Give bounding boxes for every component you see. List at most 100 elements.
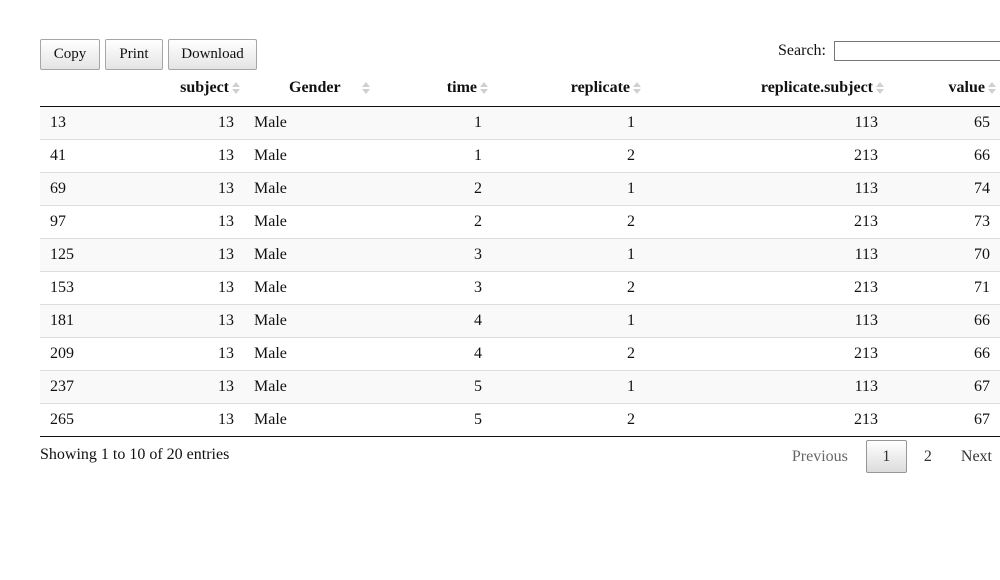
sort-icon (362, 81, 370, 95)
column-header-label: replicate.subject (760, 78, 873, 96)
cell-gender: Male (244, 402, 384, 437)
search-label: Search: (778, 42, 826, 59)
cell-subject: 13 (136, 336, 244, 370)
column-header-label: value (948, 78, 985, 96)
table-row: 97 13 Male 2 2 213 73 (40, 204, 1000, 238)
search-input[interactable] (834, 41, 1000, 61)
cell-replicate: 1 (492, 237, 645, 271)
cell-replicate-subject: 113 (645, 237, 888, 271)
cell-value: 67 (888, 402, 1000, 437)
table-info: Showing 1 to 10 of 20 entries (40, 446, 230, 463)
datatable-wrapper: Copy Print Download Search: subject Gend… (40, 0, 1000, 580)
cell-replicate: 2 (492, 402, 645, 437)
cell-replicate-subject: 213 (645, 270, 888, 304)
cell-value: 65 (974, 113, 990, 131)
cell-replicate-subject: 113 (645, 171, 888, 205)
page-2-button[interactable]: 2 (907, 440, 949, 473)
cell-value: 73 (888, 204, 1000, 238)
cell-gender: Male (244, 270, 384, 304)
table-row: 209 13 Male 4 2 213 66 (40, 336, 1000, 370)
cell-replicate-subject: 213 (645, 336, 888, 370)
sort-icon (876, 81, 884, 95)
cell-subject: 13 (136, 402, 244, 437)
cell-subject: 13 (136, 303, 244, 337)
cell-value: 66 (888, 303, 1000, 337)
column-header-subject[interactable]: subject (136, 70, 244, 107)
cell-time: 5 (384, 402, 492, 437)
cell-replicate: 2 (492, 270, 645, 304)
cell-rowname: 125 (40, 237, 136, 271)
cell-gender: Male (244, 171, 384, 205)
copy-button[interactable]: Copy (40, 39, 100, 70)
sort-icon (232, 81, 240, 95)
column-header-label: subject (180, 78, 229, 96)
column-header-replicate[interactable]: replicate (492, 70, 645, 107)
table-row: 265 13 Male 5 2 213 67 (40, 402, 1000, 437)
cell-gender: Male (254, 113, 287, 131)
cell-value: 67 (888, 369, 1000, 403)
page-1-button[interactable]: 1 (865, 440, 907, 473)
table-row: 41 13 Male 1 2 213 66 (40, 138, 1000, 172)
column-header-gender[interactable]: Gender (244, 70, 384, 107)
table-row: 125 13 Male 3 1 113 70 (40, 237, 1000, 271)
cell-gender: Male (244, 303, 384, 337)
cell-replicate: 2 (492, 204, 645, 238)
cell-gender: Male (244, 138, 384, 172)
cell-replicate-subject: 113 (645, 369, 888, 403)
cell-subject: 13 (136, 138, 244, 172)
search-box: Search: (778, 41, 1000, 61)
table-row: 13 13 Male 1 1 113 65 (40, 106, 1000, 139)
print-button[interactable]: Print (105, 39, 163, 70)
cell-subject: 13 (218, 113, 234, 131)
cell-replicate-subject: 113 (854, 113, 878, 131)
cell-replicate: 2 (492, 138, 645, 172)
cell-value: 66 (888, 138, 1000, 172)
table-row: 153 13 Male 3 2 213 71 (40, 270, 1000, 304)
column-header-replicate-subject[interactable]: replicate.subject (645, 70, 888, 107)
cell-subject: 13 (136, 171, 244, 205)
cell-replicate: 2 (492, 336, 645, 370)
cell-value: 74 (888, 171, 1000, 205)
cell-rowname: 13 (50, 113, 66, 131)
cell-rowname: 41 (40, 138, 136, 172)
data-table: subject Gender time replicate replicate.… (40, 70, 1000, 437)
cell-value: 70 (888, 237, 1000, 271)
cell-rowname: 153 (40, 270, 136, 304)
column-header-value[interactable]: value (888, 70, 1000, 107)
download-button[interactable]: Download (168, 39, 257, 70)
cell-gender: Male (244, 204, 384, 238)
cell-replicate-subject: 213 (645, 402, 888, 437)
cell-replicate-subject: 213 (645, 204, 888, 238)
cell-time: 3 (384, 237, 492, 271)
cell-time: 5 (384, 369, 492, 403)
cell-gender: Male (244, 336, 384, 370)
column-header-label: replicate (570, 78, 630, 96)
next-page-button[interactable]: Next (949, 440, 1000, 473)
column-header-rownames (40, 70, 136, 107)
cell-time: 4 (384, 336, 492, 370)
cell-time: 2 (384, 171, 492, 205)
table-header-row: subject Gender time replicate replicate.… (40, 70, 1000, 107)
table-row: 69 13 Male 2 1 113 74 (40, 171, 1000, 205)
cell-subject: 13 (136, 204, 244, 238)
cell-rowname: 181 (40, 303, 136, 337)
cell-gender: Male (244, 237, 384, 271)
cell-replicate: 1 (627, 113, 635, 131)
cell-rowname: 265 (40, 402, 136, 437)
cell-replicate-subject: 213 (645, 138, 888, 172)
table-row: 237 13 Male 5 1 113 67 (40, 369, 1000, 403)
cell-subject: 13 (136, 237, 244, 271)
cell-replicate: 1 (492, 369, 645, 403)
cell-time: 1 (384, 138, 492, 172)
cell-value: 71 (888, 270, 1000, 304)
previous-page-button[interactable]: Previous (780, 440, 866, 473)
cell-replicate-subject: 113 (645, 303, 888, 337)
cell-value: 66 (888, 336, 1000, 370)
cell-rowname: 69 (40, 171, 136, 205)
column-header-time[interactable]: time (384, 70, 492, 107)
export-buttons: Copy Print Download (40, 39, 257, 70)
cell-replicate: 1 (492, 171, 645, 205)
sort-icon (988, 81, 996, 95)
cell-gender: Male (244, 369, 384, 403)
cell-rowname: 97 (40, 204, 136, 238)
